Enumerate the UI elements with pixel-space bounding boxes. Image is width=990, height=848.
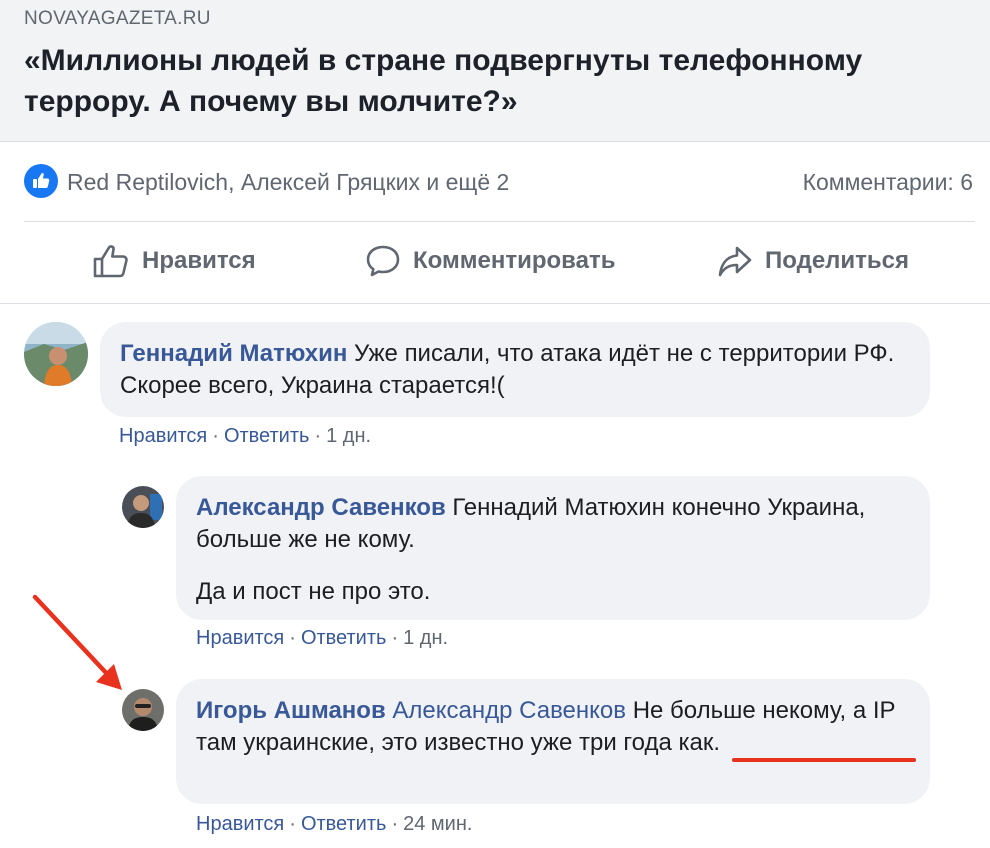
comment-reply-link[interactable]: Ответить	[301, 813, 387, 835]
separator-dot: ·	[391, 813, 399, 835]
link-preview[interactable]: NOVAYAGAZETA.RU «Миллионы людей в стране…	[0, 0, 990, 142]
avatar[interactable]	[24, 322, 88, 386]
separator-dot: ·	[212, 425, 219, 447]
comment-like-link[interactable]: Нравится	[119, 425, 207, 447]
comment-body: Александр Савенков Геннадий Матюхин коне…	[196, 492, 910, 556]
separator-dot: ·	[314, 425, 322, 447]
annotation-underline	[732, 758, 916, 762]
comment-like-link[interactable]: Нравится	[196, 627, 284, 649]
thumbs-up-icon	[93, 245, 128, 278]
comment-reply-link[interactable]: Ответить	[224, 425, 310, 447]
comment-button-label: Комментировать	[413, 247, 616, 274]
likers-text[interactable]: Red Reptilovich, Алексей Гряцких и ещё 2	[67, 169, 509, 196]
comment-text-paragraph: Да и пост не про это.	[196, 578, 431, 605]
comment-author[interactable]: Игорь Ашманов	[196, 697, 386, 724]
annotation-arrow-icon	[32, 594, 122, 690]
share-arrow-icon	[718, 246, 752, 277]
action-bar: Нравится Комментировать Поделиться	[0, 222, 990, 304]
separator-dot: ·	[289, 813, 296, 835]
avatar[interactable]	[122, 689, 164, 731]
comment-bubble-icon	[366, 245, 400, 277]
like-reaction-icon	[24, 164, 58, 198]
comment-bubble: Александр Савенков Геннадий Матюхин коне…	[176, 476, 930, 620]
preview-title[interactable]: «Миллионы людей в стране подвергнуты тел…	[24, 40, 964, 122]
comment-author[interactable]: Александр Савенков	[196, 494, 446, 521]
comment-mention[interactable]: Александр Савенков	[386, 697, 626, 724]
preview-domain: NOVAYAGAZETA.RU	[24, 8, 211, 29]
separator-dot: ·	[391, 627, 399, 649]
comments-count-link[interactable]: Комментарии: 6	[803, 169, 973, 196]
comment-time[interactable]: 1 дн.	[326, 425, 371, 447]
divider	[0, 303, 990, 304]
comment-like-link[interactable]: Нравится	[196, 813, 284, 835]
comment-reply-link[interactable]: Ответить	[301, 627, 387, 649]
comment-bubble: Геннадий Матюхин Уже писали, что атака и…	[100, 322, 930, 417]
reactions-summary: Red Reptilovich, Алексей Гряцких и ещё 2…	[0, 142, 990, 222]
comment-meta: Нравится · Ответить · 1 дн.	[196, 627, 448, 650]
comment-author[interactable]: Геннадий Матюхин	[120, 340, 347, 367]
share-button[interactable]: Поделиться	[717, 244, 909, 278]
comment-time[interactable]: 24 мин.	[403, 813, 472, 835]
separator-dot: ·	[289, 627, 296, 649]
comment-meta: Нравится · Ответить · 24 мин.	[196, 813, 472, 836]
comment-bubble: Игорь Ашманов Александр Савенков Не боль…	[176, 679, 930, 804]
like-button-label: Нравится	[142, 247, 256, 274]
comment-meta: Нравится · Ответить · 1 дн.	[119, 425, 371, 448]
like-button[interactable]: Нравится	[92, 244, 256, 278]
share-button-label: Поделиться	[765, 247, 910, 274]
comment-button[interactable]: Комментировать	[365, 244, 615, 278]
avatar[interactable]	[122, 486, 164, 528]
comment-time[interactable]: 1 дн.	[403, 627, 448, 649]
